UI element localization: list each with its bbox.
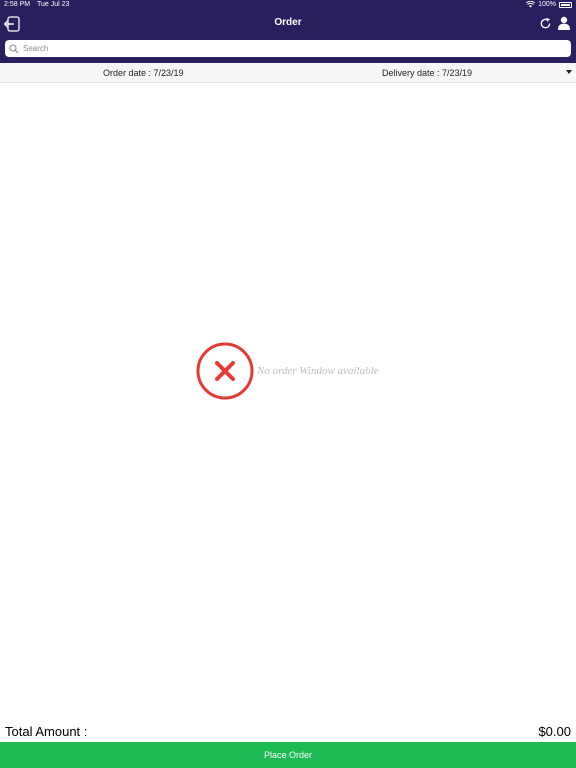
page-title: Order: [274, 17, 302, 28]
user-icon[interactable]: [557, 16, 571, 30]
empty-state: No order Window available: [196, 342, 396, 400]
wifi-icon: [526, 1, 536, 8]
back-exit-icon[interactable]: [4, 15, 22, 33]
nav-bar: Order: [0, 11, 576, 37]
battery-percent: 100%: [538, 1, 556, 8]
order-date: Order date : 7/23/19: [103, 68, 184, 78]
chevron-down-icon[interactable]: [566, 70, 572, 74]
close-circle-icon: [196, 342, 254, 400]
status-bar: 2:58 PM Tue Jul 23 100%: [0, 0, 576, 11]
date-row: Order date : 7/23/19 Delivery date : 7/2…: [0, 63, 576, 83]
total-row: Total Amount : $0.00: [0, 722, 576, 742]
order-date-label: Order date :: [103, 68, 154, 78]
delivery-date[interactable]: Delivery date : 7/23/19: [382, 68, 472, 78]
refresh-icon[interactable]: [539, 17, 552, 30]
delivery-date-value: 7/23/19: [442, 68, 473, 78]
status-indicators: 100%: [526, 1, 572, 8]
order-date-value: 7/23/19: [153, 68, 184, 78]
search-icon: [9, 43, 19, 53]
total-label: Total Amount :: [5, 724, 88, 739]
app-header: 2:58 PM Tue Jul 23 100% Order: [0, 0, 576, 63]
search-bar[interactable]: [5, 40, 571, 57]
total-value: $0.00: [538, 724, 571, 739]
place-order-button[interactable]: Place Order: [0, 742, 576, 768]
status-date: Tue Jul 23: [37, 1, 70, 8]
status-time: 2:58 PM: [4, 1, 31, 8]
empty-message: No order Window available: [257, 365, 379, 377]
search-input[interactable]: [23, 41, 563, 56]
battery-icon: [559, 1, 572, 8]
delivery-date-label: Delivery date :: [382, 68, 443, 78]
